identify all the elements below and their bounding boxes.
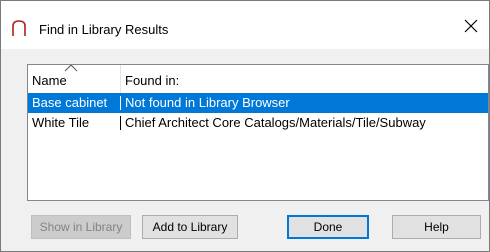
row-found-in-cell: Not found in Library Browser (125, 95, 290, 110)
sort-ascending-icon (64, 65, 78, 72)
table-row[interactable]: Base cabinet Not found in Library Browse… (28, 93, 488, 113)
column-header-name[interactable]: Name (28, 65, 121, 93)
arch-icon (12, 20, 26, 36)
help-button[interactable]: Help (392, 215, 481, 239)
table-row[interactable]: White Tile Chief Architect Core Catalogs… (28, 113, 488, 133)
column-header-found-in[interactable]: Found in: (121, 65, 487, 93)
results-list[interactable]: Name Found in: Base cabinet Not found in… (27, 64, 489, 201)
row-name-cell: White Tile (32, 115, 90, 130)
close-icon[interactable] (463, 18, 479, 34)
show-in-library-button[interactable]: Show in Library (31, 215, 131, 239)
row-name-cell: Base cabinet (32, 95, 108, 110)
window-title: Find in Library Results (39, 22, 169, 37)
find-in-library-dialog: Find in Library Results Name Found in: B… (0, 0, 490, 252)
column-header-name-label: Name (32, 73, 67, 88)
list-header: Name Found in: (28, 65, 488, 93)
title-bar: Find in Library Results (1, 1, 489, 49)
row-found-in-cell: Chief Architect Core Catalogs/Materials/… (125, 115, 426, 130)
add-to-library-button[interactable]: Add to Library (142, 215, 238, 239)
done-button[interactable]: Done (287, 215, 369, 239)
column-header-found-in-label: Found in: (125, 73, 180, 88)
